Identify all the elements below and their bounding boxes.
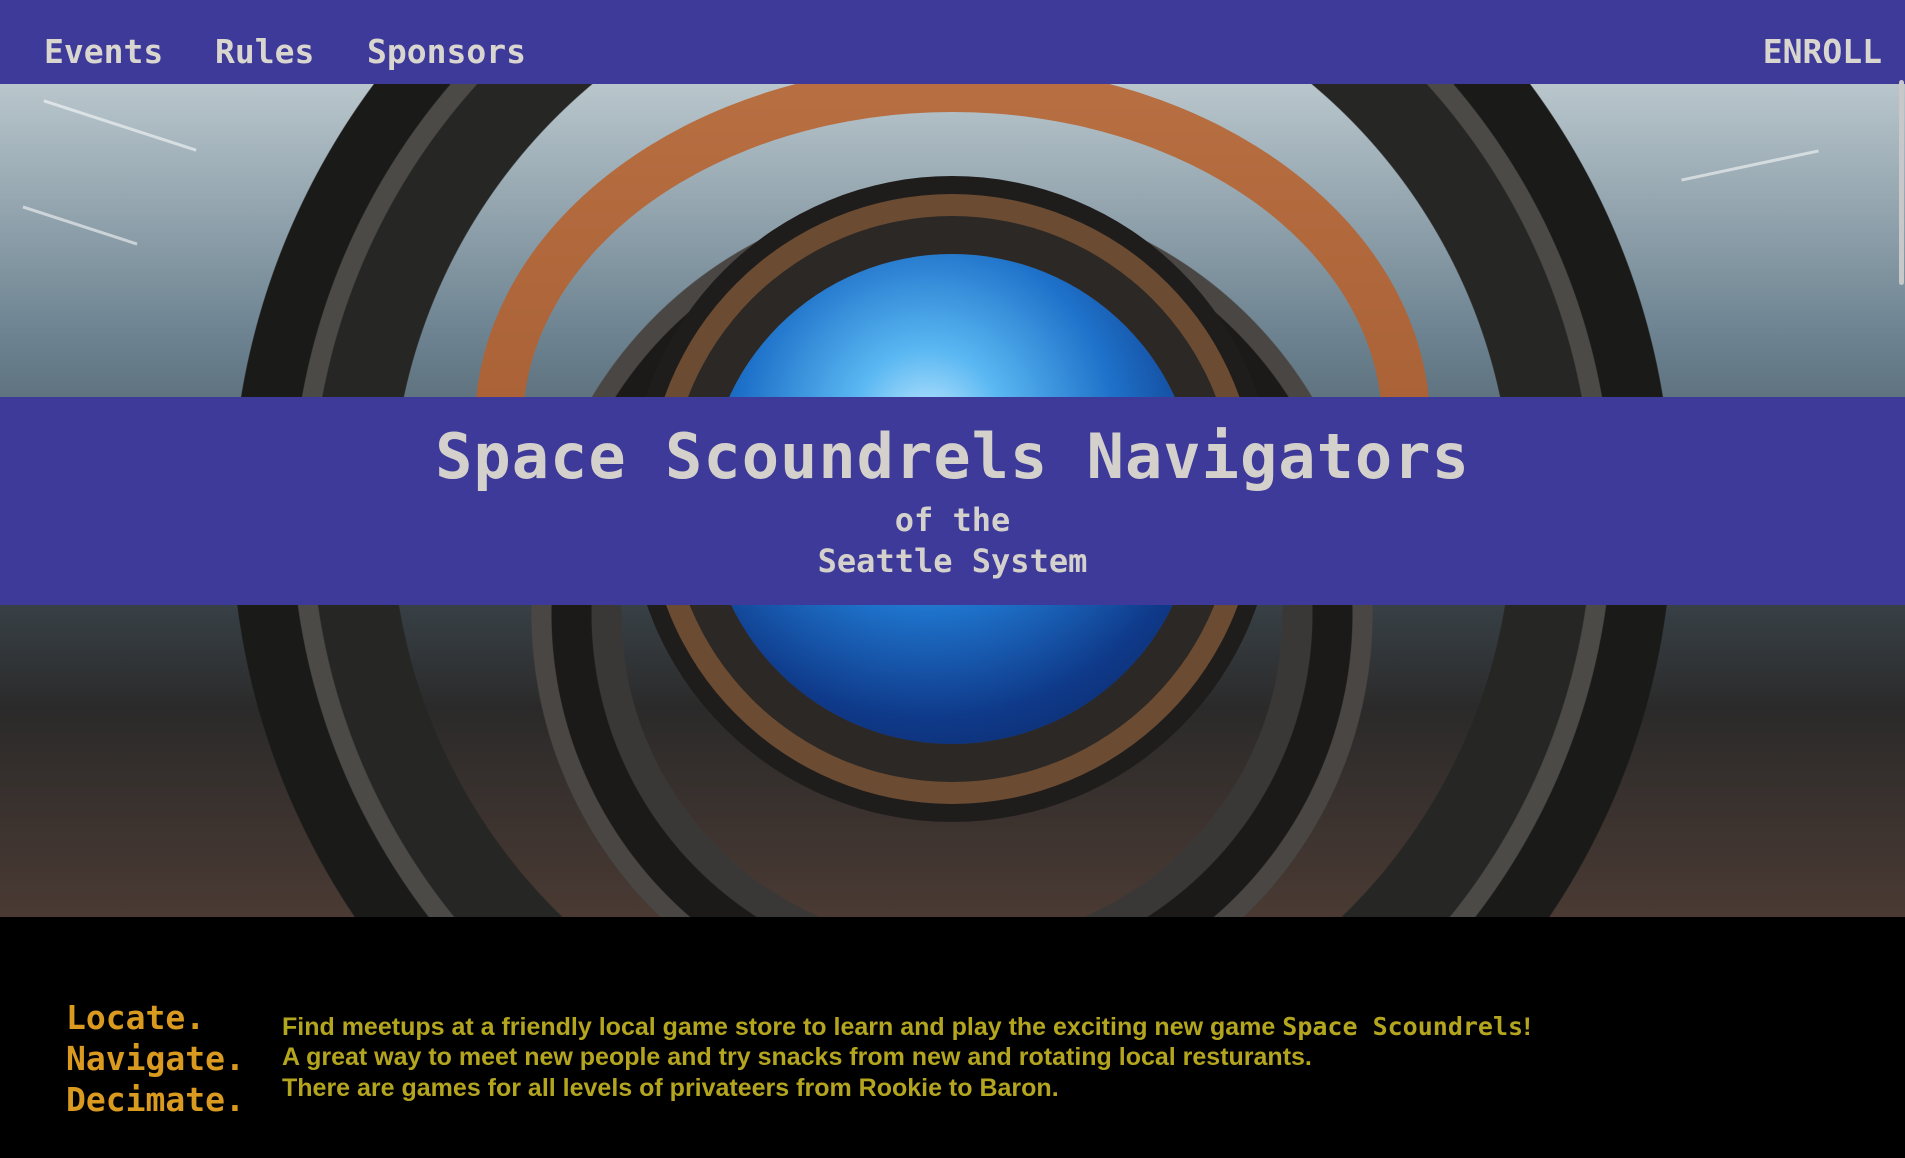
nav-link-rules[interactable]: Rules xyxy=(215,30,314,74)
slogan-navigate: Navigate. xyxy=(66,1039,245,1078)
page: Events Rules Sponsors ENROLL Space Scoun… xyxy=(0,0,1905,1158)
slogan-locate: Locate. xyxy=(66,998,206,1037)
slogan-decimate: Decimate. xyxy=(66,1080,245,1119)
light-streak xyxy=(43,99,197,152)
light-streak xyxy=(1681,149,1819,182)
intro-section: Locate. Navigate. Decimate. Find meetups… xyxy=(0,917,1905,1158)
page-title: Space Scoundrels Navigators xyxy=(435,420,1470,493)
nav-link-events[interactable]: Events xyxy=(44,30,163,74)
top-navigation: Events Rules Sponsors ENROLL xyxy=(0,0,1905,84)
page-subtitle-line-1: of the xyxy=(894,501,1011,539)
nav-link-sponsors[interactable]: Sponsors xyxy=(367,30,526,74)
scrollbar-thumb[interactable] xyxy=(1899,80,1904,285)
description-line-3: There are games for all levels of privat… xyxy=(282,1074,1059,1102)
description-line-1-suffix: ! xyxy=(1523,1013,1532,1041)
nav-link-enroll[interactable]: ENROLL xyxy=(1763,30,1882,74)
light-streak xyxy=(22,205,138,246)
title-band: Space Scoundrels Navigators of the Seatt… xyxy=(0,397,1905,605)
game-name: Space Scoundrels xyxy=(1282,1012,1524,1041)
description-line-2: A great way to meet new people and try s… xyxy=(282,1043,1312,1071)
page-subtitle-line-2: Seattle System xyxy=(817,542,1088,580)
description-line-1: Find meetups at a friendly local game st… xyxy=(282,1011,1531,1043)
vertical-scrollbar[interactable] xyxy=(1897,0,1905,1158)
description-line-1-prefix: Find meetups at a friendly local game st… xyxy=(282,1013,1283,1041)
